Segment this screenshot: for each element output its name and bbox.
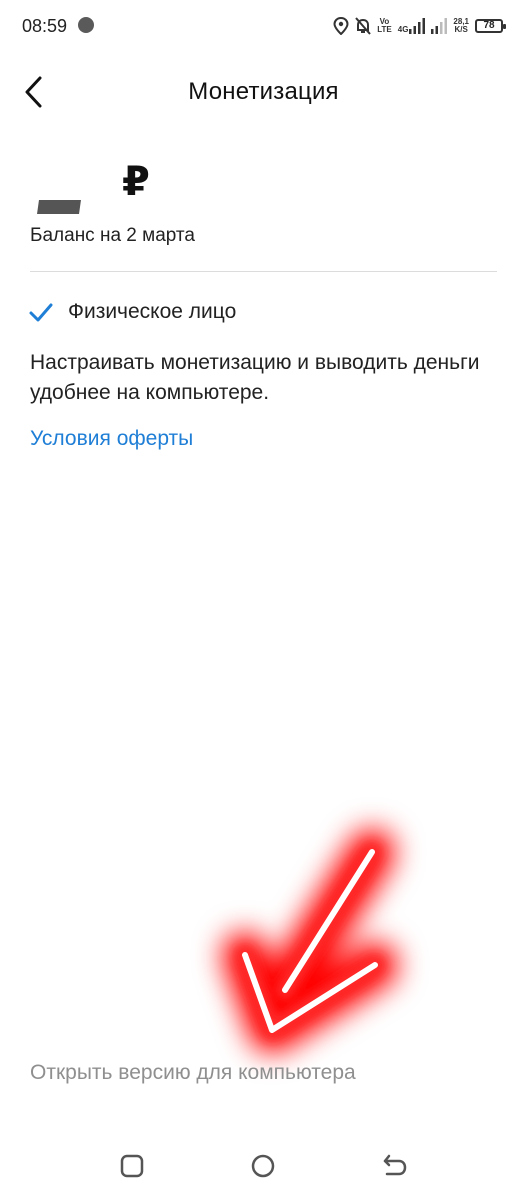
balance-redacted-value [37,200,81,214]
system-nav-bar [0,1135,527,1200]
open-desktop-version-link[interactable]: Открыть версию для компьютера [30,1061,356,1085]
bell-off-icon [355,17,371,35]
net-speed-unit: K/S [454,25,468,34]
app-header: Монетизация [0,60,527,124]
status-icons: Vo LTE 4G 28,1 K/S 78 [333,14,506,38]
location-icon [333,17,349,35]
volte-bottom: LTE [377,25,392,34]
currency-symbol: ₽ [122,160,150,204]
signal-bars-2-icon [431,18,448,34]
entity-status: Физическое лицо [28,296,236,328]
balance-amount: ₽ [37,160,150,220]
network-gen: 4G [397,25,409,34]
status-bar: 08:59 Vo LTE 4G 28,1 K/S 78 [0,0,527,52]
balance-caption: Баланс на 2 марта [30,225,195,246]
page-title: Монетизация [188,78,339,105]
info-text: Настраивать монетизацию и выводить деньг… [30,351,480,404]
signal-bars-icon [409,18,426,34]
offer-terms-link[interactable]: Условия оферты [30,427,193,451]
signal-1: 4G [398,18,426,34]
square-icon[interactable] [117,1151,147,1181]
back-arrow-icon[interactable] [380,1151,410,1181]
divider [30,271,497,272]
battery-icon: 78 [475,19,506,33]
circle-icon[interactable] [248,1151,278,1181]
status-time: 08:59 [22,16,68,36]
notification-dot-icon [78,17,94,33]
net-speed: 28,1 K/S [453,18,469,34]
entity-label: Физическое лицо [68,300,237,323]
check-icon [29,303,53,322]
volte-indicator: Vo LTE [377,18,392,34]
